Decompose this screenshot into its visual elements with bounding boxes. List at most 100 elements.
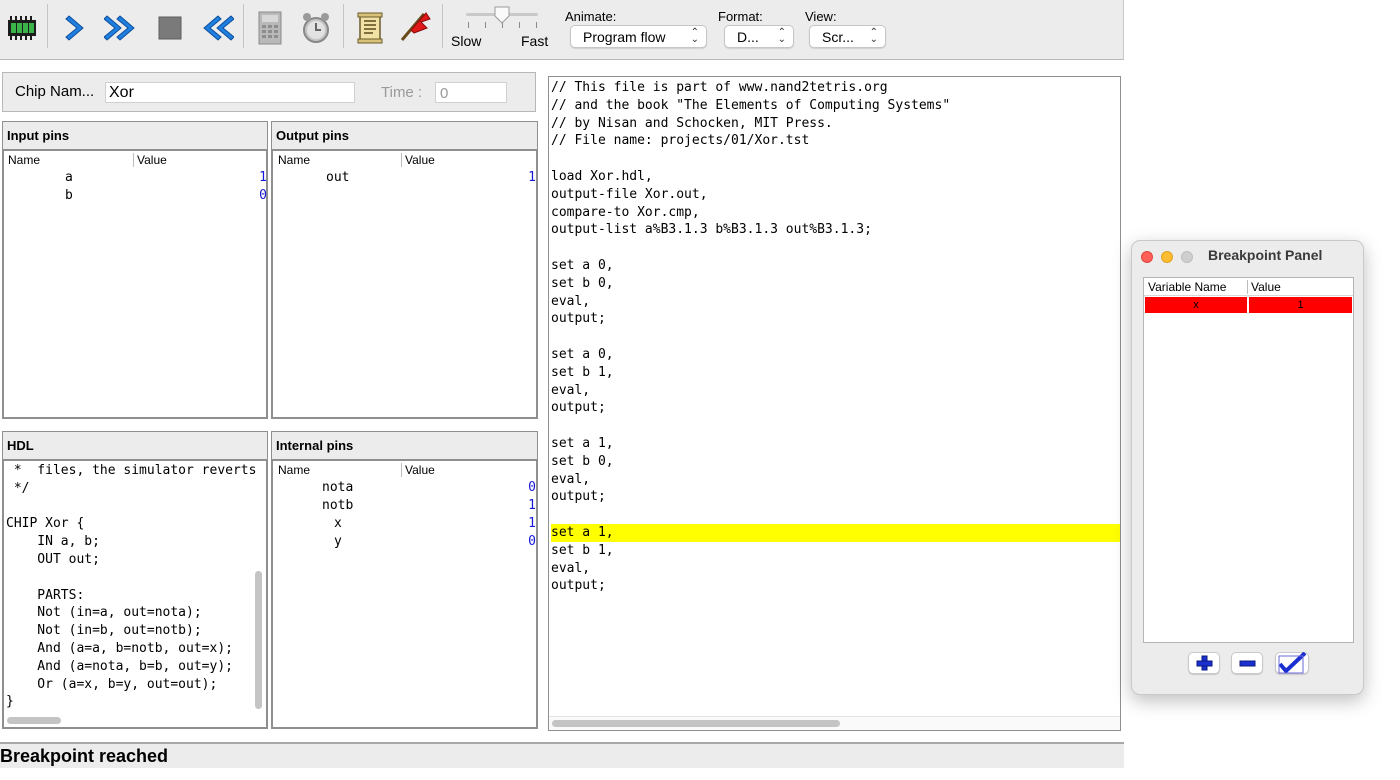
pin-value: 1	[528, 170, 536, 185]
script-line[interactable]: set b 0,	[551, 275, 1120, 293]
alarm-clock-icon[interactable]	[298, 8, 334, 48]
close-window-button[interactable]	[1141, 251, 1153, 263]
script-horizontal-scrollbar[interactable]	[552, 720, 840, 727]
internal-pins-table: Name Value nota 0 notb 1 x 1 y 0	[272, 460, 537, 728]
script-line[interactable]: output;	[551, 399, 1120, 417]
script-line[interactable]	[551, 150, 1120, 168]
zoom-window-button[interactable]	[1181, 251, 1193, 263]
script-line[interactable]: eval,	[551, 471, 1120, 489]
test-script-view[interactable]: // This file is part of www.nand2tetris.…	[548, 76, 1121, 731]
script-line[interactable]: load Xor.hdl,	[551, 168, 1120, 186]
hdl-line: IN a, b;	[6, 534, 100, 550]
internal-pin-row[interactable]: nota 0	[273, 478, 536, 496]
single-step-icon[interactable]	[58, 8, 94, 48]
script-line[interactable]: output-file Xor.out,	[551, 186, 1120, 204]
time-field: 0	[435, 82, 507, 103]
script-line[interactable]: compare-to Xor.cmp,	[551, 204, 1120, 222]
hdl-source-view[interactable]: * files, the simulator reverts */ CHIP Xo…	[3, 460, 267, 728]
column-header-value[interactable]: Value	[1251, 280, 1281, 294]
script-line[interactable]: output;	[551, 488, 1120, 506]
script-line[interactable]: eval,	[551, 382, 1120, 400]
script-line[interactable]: set a 1,	[551, 435, 1120, 453]
remove-breakpoint-button[interactable]	[1231, 652, 1263, 674]
toolbar: Slow Fast Animate: Program flow ⌃ ⌄ Forma…	[0, 0, 1124, 60]
plus-icon	[1196, 655, 1213, 671]
script-line[interactable]	[551, 239, 1120, 257]
column-header-name[interactable]: Name	[8, 153, 40, 167]
breakpoint-panel-window: Breakpoint Panel Variable Name Value x 1	[1131, 240, 1364, 695]
chevron-updown-icon: ⌃ ⌄	[869, 27, 878, 45]
fast-forward-icon[interactable]	[104, 8, 140, 48]
chip-name-value: Xor	[109, 84, 134, 101]
script-line[interactable]: set a 0,	[551, 346, 1120, 364]
calculator-icon[interactable]	[252, 8, 288, 48]
toolbar-separator	[343, 4, 344, 48]
breakpoint-flag-icon[interactable]	[397, 8, 433, 48]
pin-value[interactable]: 0	[247, 188, 267, 203]
format-dropdown[interactable]: D... ⌃ ⌄	[724, 25, 794, 48]
script-line[interactable]: // by Nisan and Schocken, MIT Press.	[551, 115, 1120, 133]
script-line[interactable]	[551, 506, 1120, 524]
view-label: View:	[805, 9, 837, 24]
script-icon[interactable]	[352, 8, 388, 48]
hdl-horizontal-scrollbar[interactable]	[7, 717, 61, 724]
toolbar-separator	[243, 4, 244, 48]
hdl-vertical-scrollbar[interactable]	[255, 571, 262, 709]
pin-name: notb	[322, 498, 354, 513]
add-breakpoint-button[interactable]	[1188, 652, 1220, 674]
pin-name: b	[65, 188, 73, 203]
chip-name-field[interactable]: Xor	[105, 82, 355, 103]
script-line[interactable]	[551, 417, 1120, 435]
animate-dropdown[interactable]: Program flow ⌃ ⌄	[570, 25, 707, 48]
internal-pin-row[interactable]: notb 1	[273, 496, 536, 514]
column-header-name[interactable]: Name	[278, 153, 310, 167]
script-line[interactable]: output;	[551, 310, 1120, 328]
script-line[interactable]: eval,	[551, 560, 1120, 578]
time-label: Time :	[381, 84, 423, 101]
script-line[interactable]: // This file is part of www.nand2tetris.…	[551, 79, 1120, 97]
pin-value: 1	[528, 498, 536, 513]
column-header-name[interactable]: Name	[278, 463, 310, 477]
script-line[interactable]	[551, 328, 1120, 346]
hdl-line: And (a=a, b=notb, out=x);	[6, 641, 233, 656]
toolbar-separator	[47, 4, 48, 48]
breakpoint-table: Variable Name Value x 1	[1143, 277, 1354, 643]
speed-fast-label: Fast	[521, 33, 549, 49]
chip-icon[interactable]	[4, 8, 40, 48]
breakpoint-row[interactable]: x 1	[1145, 297, 1352, 313]
column-header-variable-name[interactable]: Variable Name	[1148, 280, 1226, 294]
internal-pins-title: Internal pins	[272, 432, 537, 460]
script-line-current[interactable]: set a 1,	[551, 524, 1120, 542]
script-line[interactable]: // and the book "The Elements of Computi…	[551, 97, 1120, 115]
speed-slider-thumb[interactable]	[494, 6, 510, 24]
output-pins-title: Output pins	[272, 122, 537, 150]
column-header-value[interactable]: Value	[137, 153, 167, 167]
view-dropdown[interactable]: Scr... ⌃ ⌄	[809, 25, 886, 48]
script-line[interactable]: eval,	[551, 293, 1120, 311]
rewind-icon[interactable]	[198, 8, 234, 48]
script-line[interactable]: set b 0,	[551, 453, 1120, 471]
column-header-value[interactable]: Value	[405, 153, 435, 167]
pin-name: nota	[322, 480, 354, 495]
internal-pin-row[interactable]: x 1	[273, 514, 536, 532]
format-label: Format:	[718, 9, 763, 24]
script-line[interactable]: output;	[551, 577, 1120, 595]
ok-button[interactable]	[1275, 652, 1309, 674]
script-line[interactable]: output-list a%B3.1.3 b%B3.1.3 out%B3.1.3…	[551, 221, 1120, 239]
input-pins-title: Input pins	[3, 122, 267, 150]
column-header-value[interactable]: Value	[405, 463, 435, 477]
minimize-window-button[interactable]	[1161, 251, 1173, 263]
script-line[interactable]: // File name: projects/01/Xor.tst	[551, 132, 1120, 150]
chip-name-label: Chip Nam...	[15, 83, 95, 100]
hdl-line: }	[6, 694, 14, 710]
internal-pin-row[interactable]: y 0	[273, 532, 536, 550]
breakpoint-table-header: Variable Name Value	[1144, 278, 1353, 296]
script-line[interactable]: set a 0,	[551, 257, 1120, 275]
script-line[interactable]: set b 1,	[551, 364, 1120, 382]
pin-value[interactable]: 1	[247, 170, 267, 185]
status-bar: Breakpoint reached	[0, 742, 1124, 768]
hdl-panel: HDL * files, the simulator reverts */ CHI…	[2, 431, 268, 729]
toolbar-separator	[442, 4, 443, 48]
script-line[interactable]: set b 1,	[551, 542, 1120, 560]
stop-icon[interactable]	[152, 8, 188, 48]
